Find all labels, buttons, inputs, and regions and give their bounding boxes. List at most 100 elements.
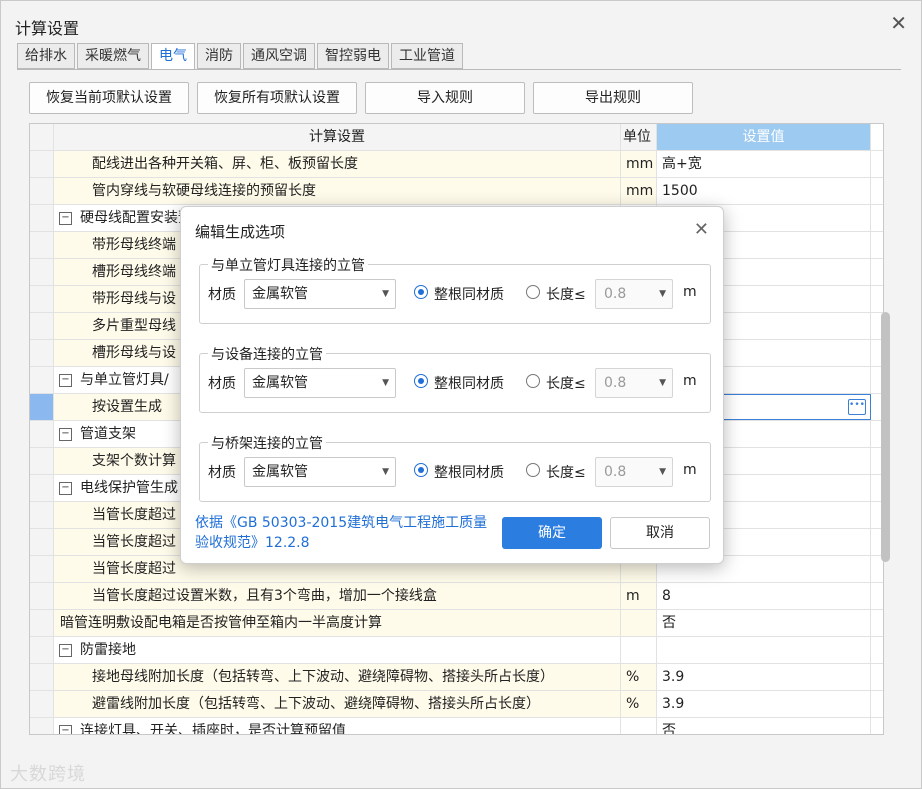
watermark: 大数跨境 [10, 764, 86, 785]
header-value: 设置值 [657, 124, 871, 150]
setting-name-text: 当管长度超过设置米数，且有3个弯曲，增加一个接线盒 [92, 588, 437, 604]
setting-value[interactable]: 否 [657, 610, 871, 636]
vertical-scrollbar[interactable] [881, 312, 890, 562]
row-header[interactable] [30, 637, 54, 663]
setting-name-text: 防雷接地 [80, 642, 136, 658]
row-header[interactable] [30, 610, 54, 636]
table-row[interactable]: 避雷线附加长度（包括转弯、上下波动、避绕障碍物、搭接头所占长度）% 3.9 [30, 691, 883, 718]
import-rules-button[interactable]: 导入规则 [365, 82, 525, 114]
row-header[interactable] [30, 178, 54, 204]
setting-value[interactable]: 8 [657, 583, 871, 609]
dialog-close-icon[interactable]: ✕ [694, 219, 709, 240]
setting-value[interactable] [657, 637, 871, 663]
tab-smart-lowvoltage[interactable]: 智控弱电 [317, 43, 389, 69]
cancel-button[interactable]: 取消 [610, 517, 710, 549]
whole-same-material-radio[interactable] [414, 463, 428, 477]
riser-option-group: 与桥架连接的立管 材质 金属软管 ▼ 整根同材质 长度≤ 0.8 ▼ m [199, 433, 711, 502]
setting-value[interactable]: 否 [657, 718, 871, 735]
tab-heating-gas[interactable]: 采暖燃气 [77, 43, 149, 69]
export-rules-button[interactable]: 导出规则 [533, 82, 693, 114]
length-limit-radio[interactable] [526, 463, 540, 477]
setting-value[interactable]: 1500 [657, 178, 871, 204]
row-header[interactable] [30, 583, 54, 609]
collapse-icon[interactable]: − [59, 481, 72, 495]
restore-current-default-button[interactable]: 恢复当前项默认设置 [29, 82, 189, 114]
row-header[interactable] [30, 259, 54, 285]
whole-same-material-label: 整根同材质 [434, 465, 504, 481]
header-name: 计算设置 [54, 124, 621, 150]
collapse-icon[interactable]: − [59, 643, 72, 657]
row-header[interactable] [30, 367, 54, 393]
row-header[interactable] [30, 475, 54, 501]
group-legend: 与设备连接的立管 [208, 344, 326, 364]
table-row[interactable]: 暗管连明敷设配电箱是否按管伸至箱内一半高度计算 否 [30, 610, 883, 637]
setting-value-text: 否 [662, 723, 676, 735]
setting-name-text: 管道支架 [80, 426, 136, 442]
length-limit-label: 长度≤ [546, 376, 586, 392]
setting-name-text: 电线保护管生成 [80, 480, 178, 496]
material-select[interactable]: 金属软管 ▼ [244, 457, 396, 487]
row-header[interactable] [30, 664, 54, 690]
length-limit-radio[interactable] [526, 285, 540, 299]
row-header[interactable] [30, 394, 54, 420]
ellipsis-icon[interactable]: ••• [848, 399, 866, 415]
setting-unit: % [621, 664, 657, 690]
tab-industrial-pipe[interactable]: 工业管道 [391, 43, 463, 69]
length-input[interactable]: 0.8 ▼ [595, 279, 673, 309]
row-header[interactable] [30, 286, 54, 312]
table-row[interactable]: 配线进出各种开关箱、屏、柜、板预留长度 mm 高+宽 [30, 151, 883, 178]
whole-same-material-radio[interactable] [414, 285, 428, 299]
setting-unit: mm [621, 151, 657, 177]
whole-same-material-label: 整根同材质 [434, 287, 504, 303]
setting-name: − 连接灯具、开关、插座时，是否计算预留值 [54, 718, 621, 734]
whole-same-material-radio[interactable] [414, 374, 428, 388]
setting-value[interactable]: 高+宽 [657, 151, 871, 177]
table-row[interactable]: − 连接灯具、开关、插座时，是否计算预留值 否 [30, 718, 883, 735]
setting-name: 接地母线附加长度（包括转弯、上下波动、避绕障碍物、搭接头所占长度） [54, 664, 621, 690]
row-header[interactable] [30, 718, 54, 734]
length-limit-radio[interactable] [526, 374, 540, 388]
material-select[interactable]: 金属软管 ▼ [244, 279, 396, 309]
setting-value[interactable]: 3.9 [657, 664, 871, 690]
setting-name-text: 接地母线附加长度（包括转弯、上下波动、避绕障碍物、搭接头所占长度） [92, 669, 554, 685]
row-header[interactable] [30, 340, 54, 366]
row-header[interactable] [30, 205, 54, 231]
material-value: 金属软管 [252, 464, 308, 480]
row-header[interactable] [30, 421, 54, 447]
ok-button[interactable]: 确定 [502, 517, 602, 549]
row-header[interactable] [30, 448, 54, 474]
chevron-down-icon: ▼ [382, 378, 389, 388]
tab-water[interactable]: 给排水 [17, 43, 75, 69]
table-row[interactable]: 接地母线附加长度（包括转弯、上下波动、避绕障碍物、搭接头所占长度）% 3.9 [30, 664, 883, 691]
material-select[interactable]: 金属软管 ▼ [244, 368, 396, 398]
tab-electrical[interactable]: 电气 [151, 43, 195, 70]
collapse-icon[interactable]: − [59, 427, 72, 441]
standard-reference-link[interactable]: 依据《GB 50303-2015建筑电气工程施工质量验收规范》12.2.8 [195, 513, 495, 553]
setting-name-text: 当管长度超过 [92, 561, 176, 577]
row-header[interactable] [30, 232, 54, 258]
setting-name: 暗管连明敷设配电箱是否按管伸至箱内一半高度计算 [54, 610, 621, 636]
length-input[interactable]: 0.8 ▼ [595, 457, 673, 487]
collapse-icon[interactable]: − [59, 373, 72, 387]
setting-name-text: 配线进出各种开关箱、屏、柜、板预留长度 [92, 156, 358, 172]
setting-name-text: 多片重型母线 [92, 318, 176, 334]
row-header[interactable] [30, 313, 54, 339]
tab-hvac[interactable]: 通风空调 [243, 43, 315, 69]
table-row[interactable]: 当管长度超过设置米数，且有3个弯曲，增加一个接线盒 m 8 [30, 583, 883, 610]
row-header[interactable] [30, 151, 54, 177]
setting-value[interactable]: 3.9 [657, 691, 871, 717]
row-header[interactable] [30, 502, 54, 528]
table-row[interactable]: − 防雷接地 [30, 637, 883, 664]
length-unit: m [683, 373, 697, 389]
collapse-icon[interactable]: − [59, 724, 72, 734]
row-header[interactable] [30, 529, 54, 555]
row-header[interactable] [30, 691, 54, 717]
setting-name-text: 支架个数计算 [92, 453, 176, 469]
collapse-icon[interactable]: − [59, 211, 72, 225]
restore-all-default-button[interactable]: 恢复所有项默认设置 [197, 82, 357, 114]
table-row[interactable]: 管内穿线与软硬母线连接的预留长度 mm 1500 [30, 178, 883, 205]
length-input[interactable]: 0.8 ▼ [595, 368, 673, 398]
tab-fire[interactable]: 消防 [197, 43, 241, 69]
row-header[interactable] [30, 556, 54, 582]
close-icon[interactable]: ✕ [890, 13, 907, 33]
